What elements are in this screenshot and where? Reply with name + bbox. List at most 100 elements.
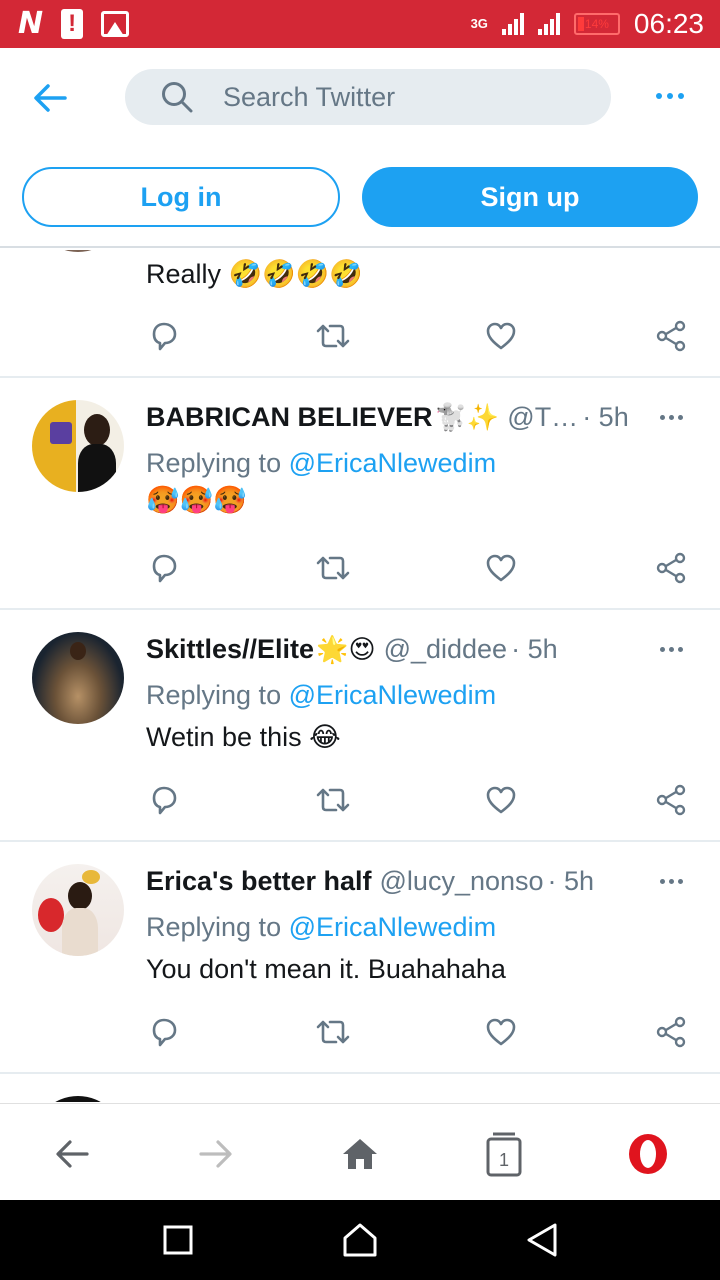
more-options-button[interactable] [650, 84, 690, 108]
opera-menu-button[interactable] [624, 1130, 672, 1178]
carrier-logo-icon: N [18, 6, 44, 41]
author-handle[interactable]: @T… [507, 402, 578, 433]
browser-back-button[interactable] [48, 1130, 96, 1178]
tweet-text: Wetin be this 😂 [146, 722, 341, 752]
tweet-time[interactable]: · 5h [511, 634, 558, 665]
search-input[interactable] [223, 81, 563, 113]
tweet-text: 🥵🥵🥵 [146, 485, 247, 515]
retweet-button[interactable] [313, 548, 353, 588]
recents-button[interactable] [158, 1220, 198, 1260]
browser-tabs-button[interactable]: 1 [480, 1130, 528, 1178]
author-name[interactable]: BABRICAN BELIEVER [146, 402, 433, 433]
tweet-time[interactable]: · 5h [548, 866, 595, 897]
tweet-actions [0, 316, 720, 356]
home-outline-icon [343, 1223, 377, 1257]
reply-button[interactable] [144, 780, 184, 820]
opera-icon [629, 1134, 667, 1174]
more-icon [659, 414, 665, 420]
reply-icon [152, 554, 177, 583]
tweet[interactable]: Erica's better half @lucy_nonso · 5h Rep… [0, 842, 720, 1074]
android-home-button[interactable] [340, 1220, 380, 1260]
tweet-feed[interactable]: Really 🤣🤣🤣🤣 BABRICAN BELIEVER 🐩✨ @T… · 5… [0, 250, 720, 1102]
tweet-header: BABRICAN BELIEVER 🐩✨ @T… · 5h [146, 400, 646, 434]
share-button[interactable] [651, 316, 691, 356]
like-button[interactable] [481, 1012, 521, 1052]
like-icon [486, 322, 516, 350]
search-icon [161, 80, 195, 114]
share-button[interactable] [651, 548, 691, 588]
login-button[interactable]: Log in [22, 167, 340, 227]
more-icon [656, 93, 662, 99]
share-icon [656, 1016, 686, 1048]
mention-link[interactable]: @EricaNlewedim [289, 680, 496, 710]
retweet-icon [316, 788, 350, 812]
tweet-header: Erica's better half @lucy_nonso · 5h [146, 864, 646, 898]
like-icon [486, 786, 516, 814]
name-emoji: 🐩✨ [434, 401, 500, 432]
replying-label: Replying to [146, 912, 282, 942]
search-box[interactable] [125, 69, 611, 125]
retweet-icon [316, 1020, 350, 1044]
avatar[interactable] [32, 632, 124, 724]
reply-button[interactable] [144, 548, 184, 588]
avatar[interactable] [32, 1096, 124, 1102]
signal-2-icon [537, 13, 560, 35]
avatar[interactable] [32, 250, 124, 252]
status-left: N ! [18, 6, 130, 41]
reply-button[interactable] [144, 1012, 184, 1052]
share-icon [656, 552, 686, 584]
status-bar: N ! 3G 14% 06:23 [0, 0, 720, 48]
more-icon [659, 646, 665, 652]
tweet-time[interactable]: · 5h [582, 402, 629, 433]
like-icon [486, 1018, 516, 1046]
tweet-more-button[interactable] [654, 872, 688, 890]
tweet[interactable]: Really 🤣🤣🤣🤣 [0, 250, 720, 378]
android-nav-bar [0, 1200, 720, 1280]
replying-label: Replying to [146, 680, 282, 710]
author-name[interactable]: Skittles//Elite [146, 634, 314, 665]
back-triangle-icon [527, 1223, 557, 1257]
signup-button[interactable]: Sign up [362, 167, 698, 227]
like-button[interactable] [481, 780, 521, 820]
reply-icon [152, 1018, 177, 1047]
tab-count: 1 [498, 1149, 509, 1170]
tweet[interactable]: BABRICAN BELIEVER 🐩✨ @T… · 5h Replying t… [0, 378, 720, 610]
browser-home-button[interactable] [336, 1130, 384, 1178]
tweet[interactable] [0, 1074, 720, 1102]
tweet[interactable]: Skittles//Elite 🌟😍 @_diddee · 5h Replyin… [0, 610, 720, 842]
like-button[interactable] [481, 548, 521, 588]
tweet-more-button[interactable] [654, 408, 688, 426]
share-button[interactable] [651, 780, 691, 820]
mention-link[interactable]: @EricaNlewedim [289, 912, 496, 942]
tweet-text: You don't mean it. Buahahaha [146, 954, 506, 984]
retweet-icon [316, 556, 350, 580]
like-button[interactable] [481, 316, 521, 356]
author-handle[interactable]: @lucy_nonso [380, 866, 544, 897]
battery-icon: 14% [573, 13, 620, 35]
share-button[interactable] [651, 1012, 691, 1052]
android-back-button[interactable] [522, 1220, 562, 1260]
avatar[interactable] [32, 864, 124, 956]
twitter-header: Log in Sign up [0, 48, 720, 248]
author-handle[interactable]: @_diddee [384, 634, 508, 665]
status-right: 3G 14% 06:23 [471, 6, 704, 42]
retweet-button[interactable] [313, 780, 353, 820]
back-button[interactable] [28, 76, 72, 120]
more-icon [659, 878, 665, 884]
browser-forward-button[interactable] [192, 1130, 240, 1178]
retweet-button[interactable] [313, 1012, 353, 1052]
clock: 06:23 [633, 8, 704, 39]
alert-icon: ! [61, 9, 84, 39]
tweet-more-button[interactable] [654, 640, 688, 658]
replying-to: Replying to @EricaNlewedim [146, 912, 496, 943]
avatar[interactable] [32, 400, 124, 492]
tweet-text: Really 🤣🤣🤣🤣 [146, 259, 364, 289]
like-icon [486, 554, 516, 582]
tweet-actions [0, 1012, 720, 1052]
reply-button[interactable] [144, 316, 184, 356]
retweet-button[interactable] [313, 316, 353, 356]
recents-icon [163, 1225, 193, 1255]
browser-nav-bar: 1 [0, 1103, 720, 1200]
author-name[interactable]: Erica's better half [146, 866, 372, 897]
mention-link[interactable]: @EricaNlewedim [289, 448, 496, 478]
